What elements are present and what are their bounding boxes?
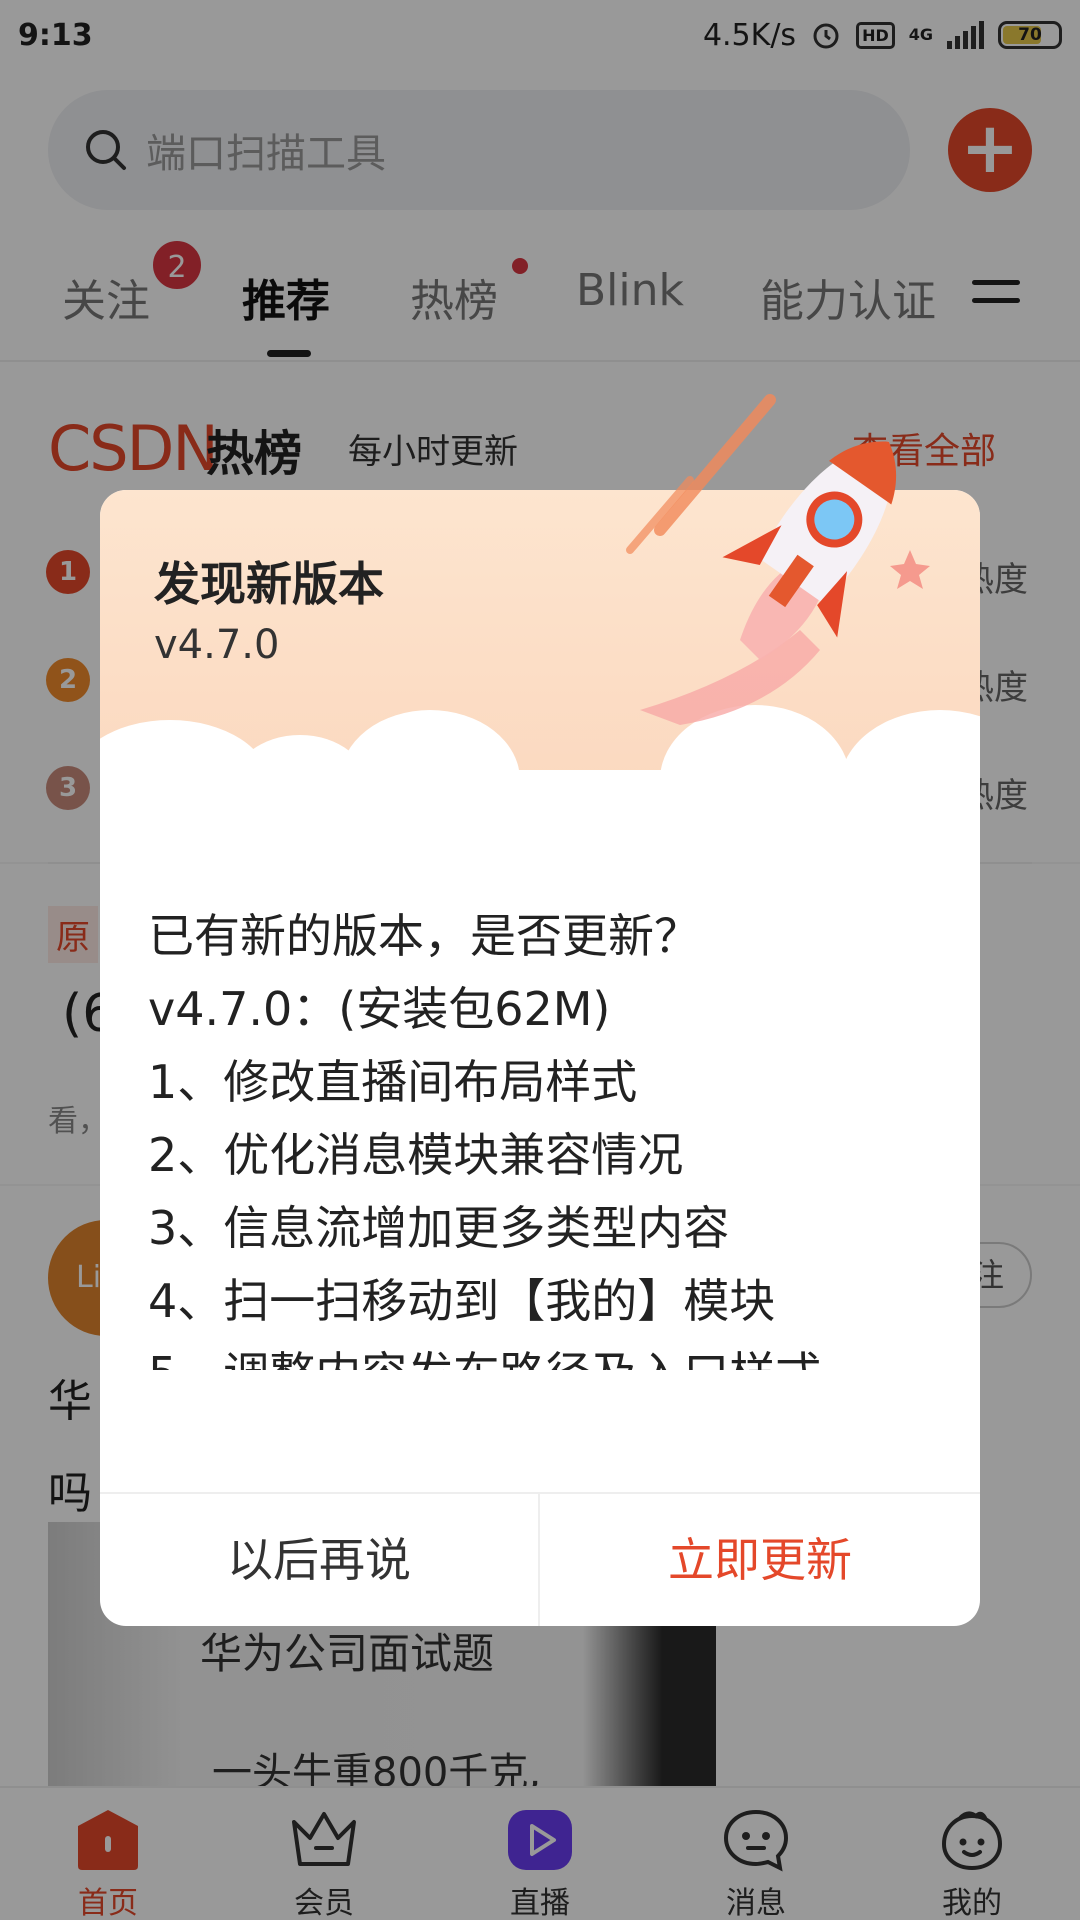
changelog-line: 已有新的版本，是否更新？	[148, 909, 700, 963]
changelog[interactable]: 已有新的版本，是否更新？ v4.7.0：(安装包62M) 1、修改直播间布局样式…	[148, 900, 938, 1370]
dialog-version: v4.7.0	[154, 622, 280, 668]
changelog-line: 3、信息流增加更多类型内容	[148, 1201, 730, 1255]
update-now-button[interactable]: 立即更新	[540, 1494, 980, 1626]
changelog-line: 5、调整内容发布路径及入口样式	[148, 1338, 938, 1370]
update-dialog: 发现新版本 v4.7.0 已有新的版本，是否更新？ v4.7.0：(安装包62M…	[100, 394, 980, 1626]
changelog-line: v4.7.0：(安装包62M)	[148, 982, 611, 1036]
rocket-illustration	[626, 394, 930, 725]
later-button[interactable]: 以后再说	[100, 1494, 538, 1626]
changelog-line: 4、扫一扫移动到【我的】模块	[148, 1274, 776, 1328]
dialog-title: 发现新版本	[154, 557, 384, 611]
dialog-footer: 以后再说 立即更新	[100, 1492, 980, 1626]
changelog-line: 1、修改直播间布局样式	[148, 1055, 638, 1109]
changelog-line: 2、优化消息模块兼容情况	[148, 1128, 684, 1182]
